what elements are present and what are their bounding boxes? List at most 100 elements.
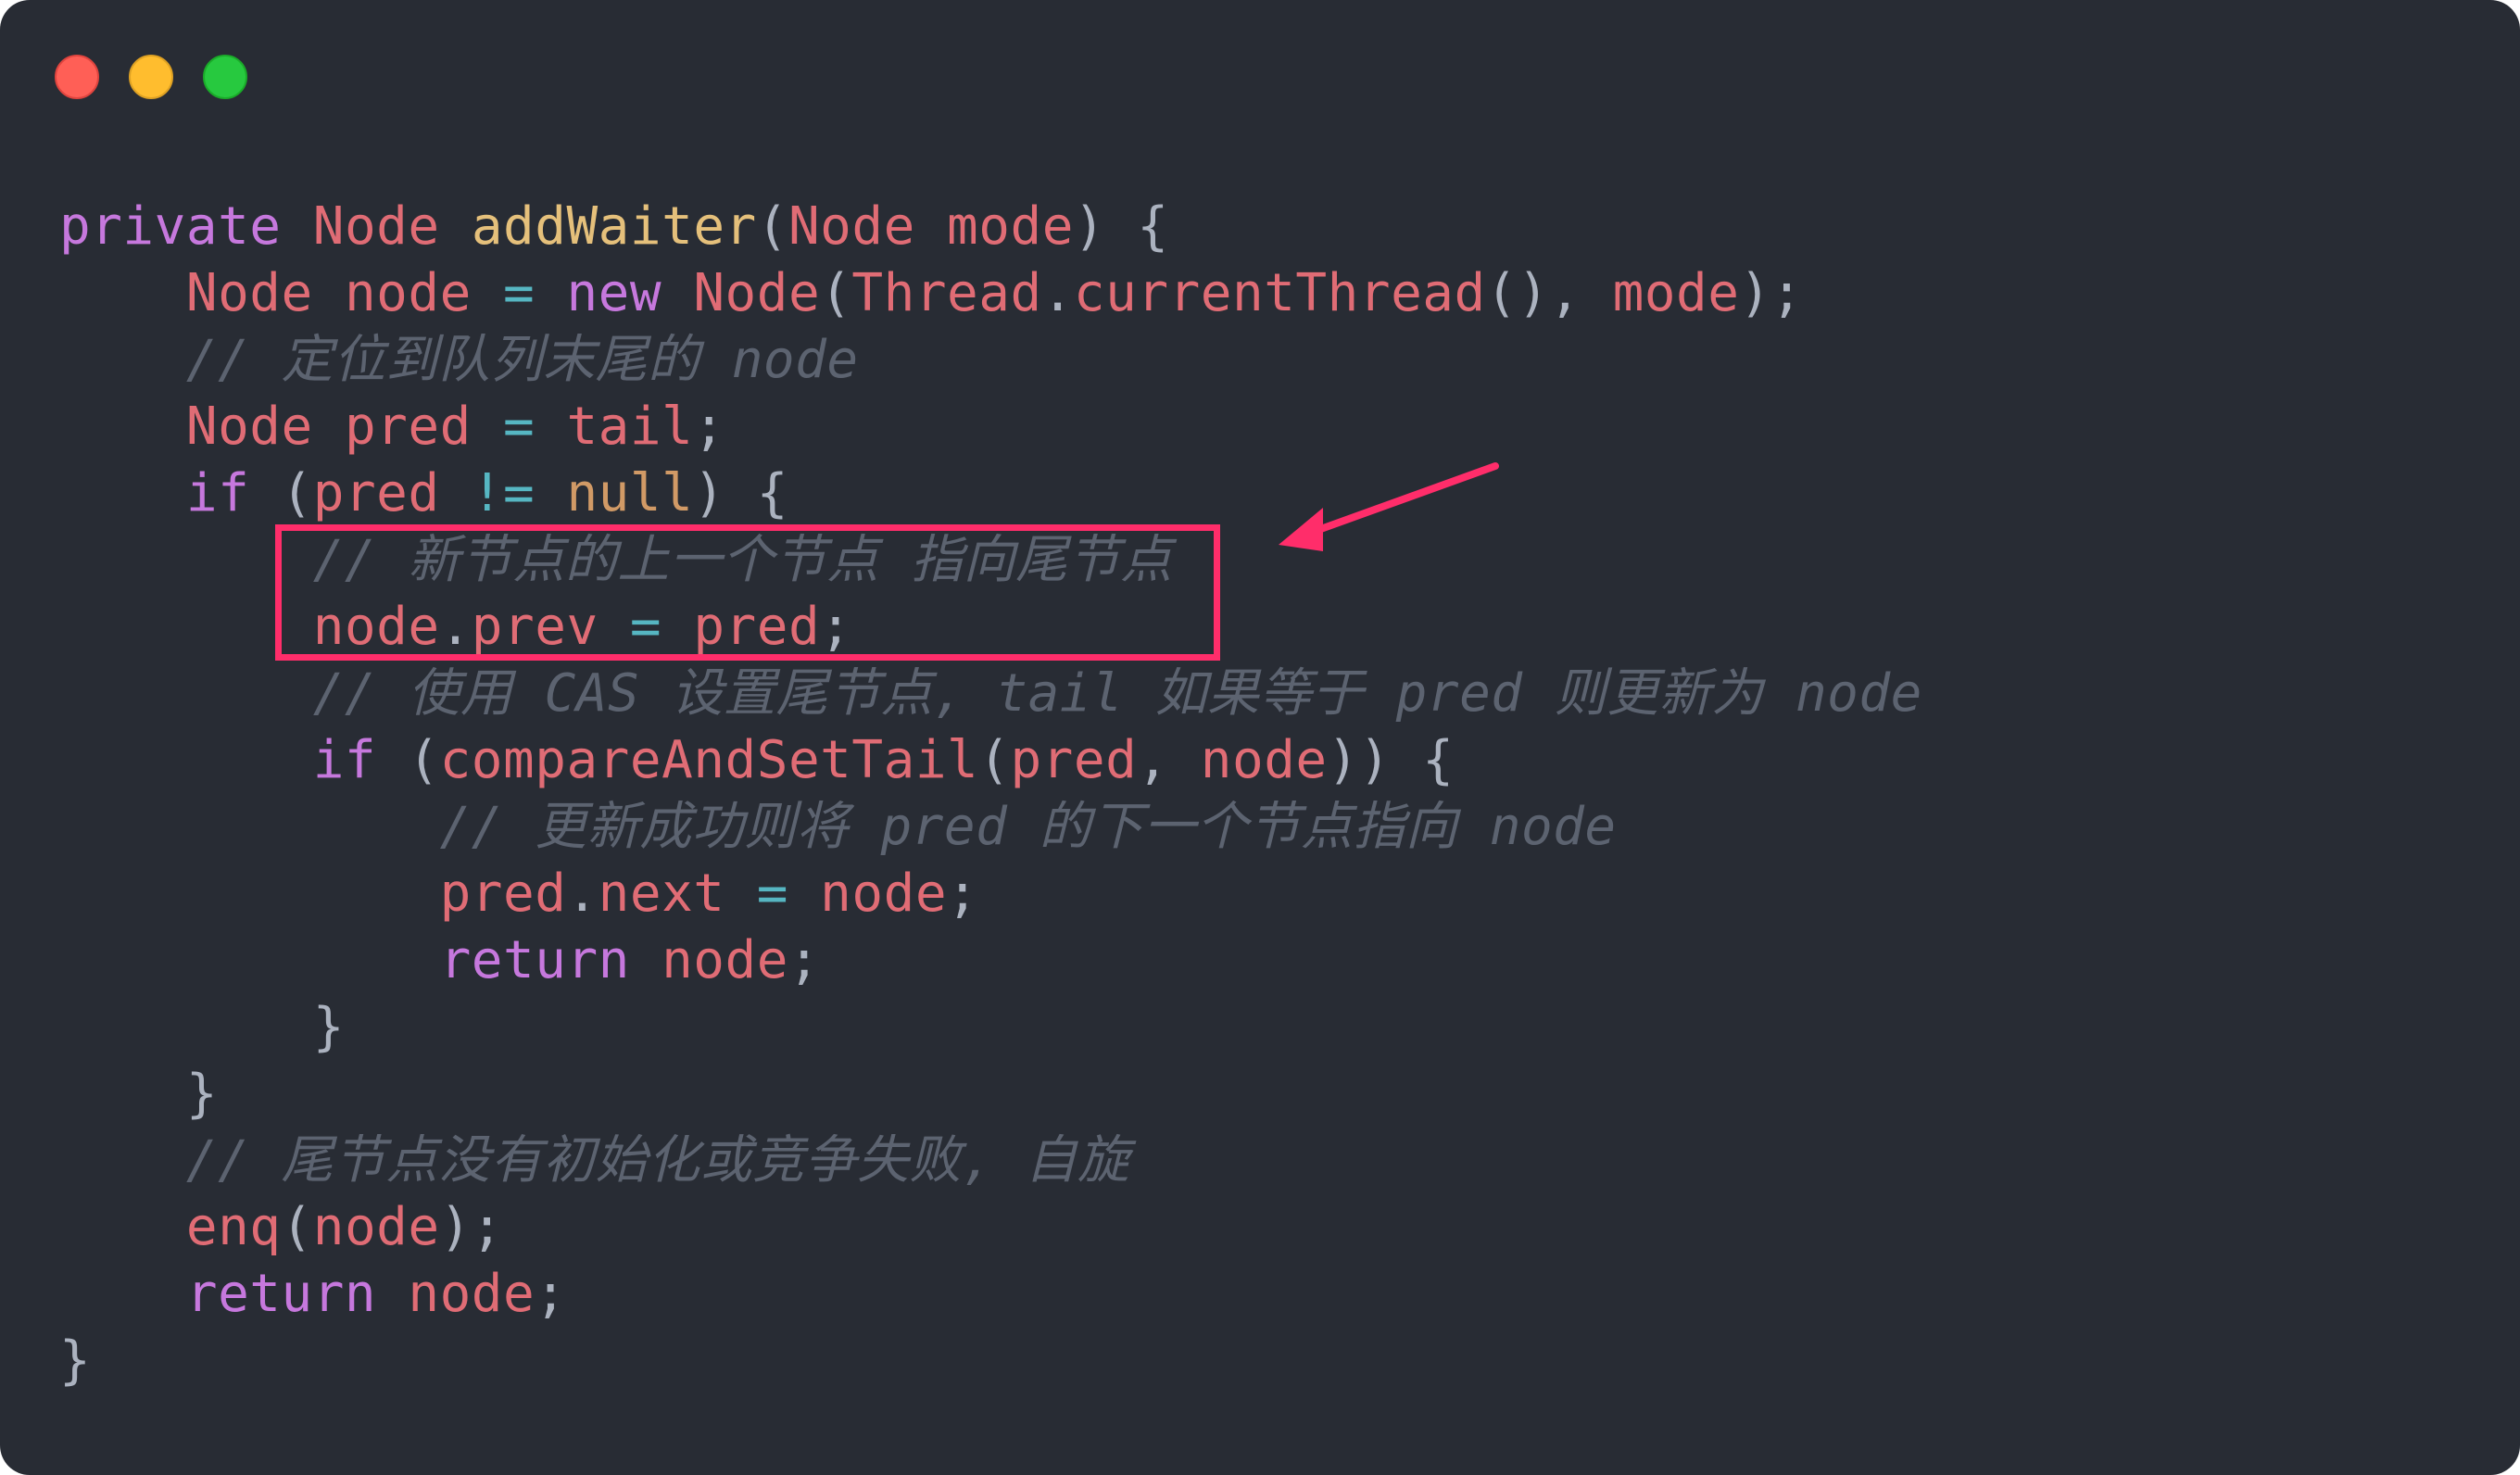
code-token: != xyxy=(471,463,536,523)
code-token: ( xyxy=(281,1197,313,1257)
code-token: node xyxy=(312,1197,440,1257)
code-comment: // 尾节点没有初始化或竞争失败, 自旋 xyxy=(185,1130,1130,1191)
code-line: Node pred = tail; xyxy=(59,394,1922,460)
code-token: } xyxy=(59,1064,219,1124)
code-token: new xyxy=(566,263,662,323)
code-token: node xyxy=(344,263,472,323)
code-token: ( xyxy=(249,463,313,523)
code-token: ; xyxy=(947,864,979,924)
code-token: Node xyxy=(185,397,313,457)
code-token: Node xyxy=(185,263,313,323)
code-line: return node; xyxy=(59,927,1922,994)
code-token: if xyxy=(312,730,377,790)
code-token: = xyxy=(756,864,788,924)
code-line: // 尾节点没有初始化或竞争失败, 自旋 xyxy=(59,1128,1922,1194)
code-line: // 使用 CAS 设置尾节点, tail 如果等于 pred 则更新为 nod… xyxy=(59,661,1922,727)
code-line: // 更新成功则将 pred 的下一个节点指向 node xyxy=(59,794,1922,861)
code-line: Node node = new Node(Thread.currentThrea… xyxy=(59,260,1922,327)
code-line: private Node addWaiter(Node mode) { xyxy=(59,194,1922,260)
highlight-box xyxy=(275,524,1220,661)
code-line: enq(node); xyxy=(59,1194,1922,1261)
code-token: = xyxy=(503,263,536,323)
code-line: // 定位到队列末尾的 node xyxy=(59,327,1922,394)
code-line: if (pred != null) { xyxy=(59,460,1922,527)
code-token: Node xyxy=(788,196,915,257)
code-line: if (compareAndSetTail(pred, node)) { xyxy=(59,727,1922,794)
code-token: ); xyxy=(439,1197,504,1257)
code-token: Node xyxy=(312,196,440,257)
code-line: } xyxy=(59,994,1922,1061)
code-token: null xyxy=(566,463,694,523)
code-token: Thread xyxy=(851,263,1042,323)
code-token: ) { xyxy=(1073,196,1169,257)
code-token: node xyxy=(1200,730,1328,790)
code-token: private xyxy=(59,196,282,257)
code-token: enq xyxy=(185,1197,282,1257)
code-token: mode xyxy=(1612,263,1740,323)
code-token: ; xyxy=(535,1264,567,1324)
code-window: private Node addWaiter(Node mode) { Node… xyxy=(0,0,2520,1475)
minimize-button[interactable] xyxy=(129,55,173,99)
code-token: node xyxy=(408,1264,536,1324)
code-token: . xyxy=(1041,263,1074,323)
code-token: return xyxy=(439,930,630,990)
code-comment: // 更新成功则将 pred 的下一个节点指向 node xyxy=(439,797,1617,857)
code-token: pred xyxy=(439,864,567,924)
code-token: mode xyxy=(947,196,1074,257)
code-token: return xyxy=(185,1264,377,1324)
code-token: } xyxy=(59,997,345,1057)
code-token: Node xyxy=(693,263,821,323)
code-token: pred xyxy=(312,463,440,523)
code-comment: // 定位到队列末尾的 node xyxy=(185,330,859,390)
code-token: next xyxy=(598,864,725,924)
code-token: addWaiter xyxy=(471,196,757,257)
close-button[interactable] xyxy=(55,55,99,99)
code-token: )) { xyxy=(1327,730,1455,790)
code-token: ; xyxy=(788,930,821,990)
code-comment: // 使用 CAS 设置尾节点, tail 如果等于 pred 则更新为 nod… xyxy=(312,663,1922,724)
code-token: tail xyxy=(566,397,694,457)
code-token: compareAndSetTail xyxy=(439,730,979,790)
code-block: private Node addWaiter(Node mode) { Node… xyxy=(59,194,1922,1394)
code-token: ( xyxy=(756,196,788,257)
code-token: ( xyxy=(978,730,1011,790)
code-token: ; xyxy=(693,397,725,457)
code-token: ( xyxy=(820,263,852,323)
code-line: pred.next = node; xyxy=(59,861,1922,927)
code-token: node xyxy=(662,930,788,990)
code-token: if xyxy=(185,463,250,523)
code-token: , xyxy=(1137,730,1201,790)
code-token: node xyxy=(820,864,948,924)
maximize-button[interactable] xyxy=(203,55,247,99)
code-token: ( xyxy=(376,730,440,790)
code-token: currentThread xyxy=(1073,263,1486,323)
code-token: ); xyxy=(1739,263,1803,323)
code-token: (), xyxy=(1485,263,1613,323)
code-token: pred xyxy=(1010,730,1138,790)
